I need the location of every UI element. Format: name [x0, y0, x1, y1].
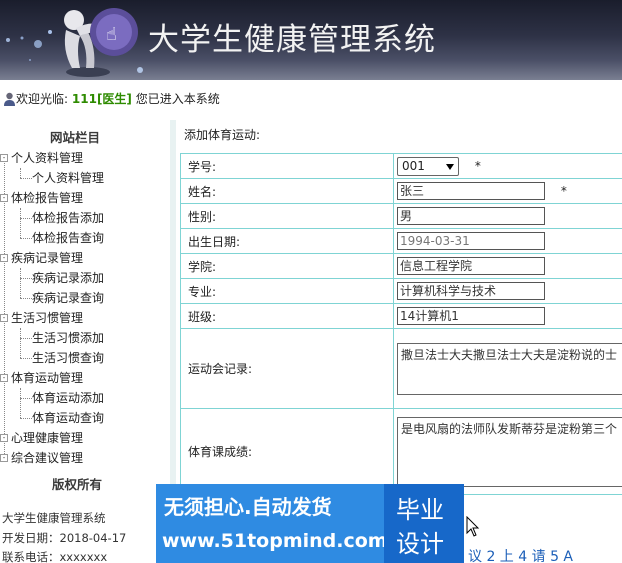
copyright-title: 版权所有 — [52, 477, 103, 492]
sidebar-group-label: 生活习惯管理 — [11, 311, 84, 325]
required-mark: * — [474, 158, 481, 173]
chevron-down-icon — [446, 163, 454, 170]
user-icon — [4, 92, 15, 106]
pagination[interactable]: 议 2 上 4 请 5 A — [468, 546, 573, 563]
sidebar-item-habits-query[interactable]: 生活习惯查询 — [16, 348, 104, 368]
welcome-bar: 欢迎光临: 111[医生] 您已进入本系统 — [0, 88, 622, 110]
collapse-toggle-icon[interactable]: - — [0, 373, 8, 382]
svg-text:☝: ☝ — [106, 24, 117, 45]
sidebar-title: 网站栏目 — [50, 130, 101, 145]
watermark-right: 毕业 设计 — [384, 484, 464, 563]
sidebar-item-disease-add[interactable]: 疾病记录添加 — [16, 268, 104, 288]
collapse-toggle-icon[interactable]: - — [0, 453, 8, 462]
sidebar-item-label: 疾病记录添加 — [32, 271, 105, 285]
field-label: 学院: — [180, 253, 394, 279]
collapse-toggle-icon[interactable]: - — [0, 313, 8, 322]
form-row-gender: 性别: 男 — [180, 203, 622, 229]
sidebar-group-label: 心理健康管理 — [11, 431, 84, 445]
welcome-role: [医生] — [96, 92, 132, 106]
sports-record-textarea[interactable]: 撒旦法士大夫撒旦法士大夫是淀粉说的士 — [397, 342, 622, 395]
field-label: 班级: — [180, 303, 394, 329]
sidebar-item-label: 生活习惯添加 — [32, 331, 105, 345]
pe-score-textarea[interactable]: 是电风扇的法师队发斯蒂芬是淀粉第三个 — [397, 416, 622, 487]
collapse-toggle-icon[interactable]: - — [0, 193, 8, 202]
sidebar-item-label: 体育运动添加 — [32, 391, 105, 405]
sidebar-item-label: 个人资料管理 — [32, 171, 105, 185]
welcome-prefix: 欢迎光临: — [16, 92, 69, 106]
field-label: 学号: — [180, 153, 394, 179]
page-title: 大学生健康管理系统 — [148, 22, 436, 58]
sidebar-item-sports-query[interactable]: 体育运动查询 — [16, 408, 104, 428]
sidebar-group-mental[interactable]: - 心理健康管理 — [0, 428, 83, 448]
form-row-class: 班级: 14计算机1 — [180, 303, 622, 329]
welcome-text: 欢迎光临: 111[医生] 您已进入本系统 — [16, 88, 220, 110]
collapse-toggle-icon[interactable]: - — [0, 253, 8, 262]
form-row-pe-score: 体育课成绩: 是电风扇的法师队发斯蒂芬是淀粉第三个 — [180, 408, 622, 495]
sidebar-item-label: 疾病记录查询 — [32, 291, 105, 305]
major-input[interactable]: 计算机科学与技术 — [397, 282, 545, 300]
dev-date: 开发日期：2018-04-17 — [2, 531, 127, 545]
select-value: 001 — [402, 158, 425, 173]
logo-figure-icon: ☝ — [64, 8, 138, 77]
collapse-toggle-icon[interactable]: - — [0, 153, 8, 162]
field-label: 出生日期: — [180, 228, 394, 254]
form-row-sports-record: 运动会记录: 撒旦法士大夫撒旦法士大夫是淀粉说的士 — [180, 328, 622, 409]
field-label: 运动会记录: — [180, 328, 394, 409]
class-input[interactable]: 14计算机1 — [397, 307, 545, 325]
sidebar-group-label: 体育运动管理 — [11, 371, 84, 385]
field-label: 性别: — [180, 203, 394, 229]
sidebar-group-label: 体检报告管理 — [11, 191, 84, 205]
field-label: 姓名: — [180, 178, 394, 204]
watermark-line1: 无须担心.自动发货 — [164, 495, 332, 519]
sidebar-item-label: 生活习惯查询 — [32, 351, 105, 365]
required-mark: * — [560, 183, 567, 198]
welcome-user-id: 111 — [71, 92, 97, 106]
sidebar-item-label: 体育运动查询 — [32, 411, 105, 425]
sidebar-item-checkup-add[interactable]: 体检报告添加 — [16, 208, 104, 228]
form-row-birth: 出生日期: 1994-03-31 — [180, 228, 622, 254]
sidebar-item-habits-add[interactable]: 生活习惯添加 — [16, 328, 104, 348]
sidebar-group-label: 综合建议管理 — [11, 451, 84, 465]
name-input[interactable]: 张三 — [397, 182, 545, 200]
watermark-left: 无须担心.自动发货 www.51topmind.com — [156, 484, 388, 563]
birth-date-input[interactable]: 1994-03-31 — [397, 232, 545, 250]
student-id-select[interactable]: 001 — [397, 156, 459, 176]
contact-phone: 联系电话：xxxxxxx — [2, 550, 108, 563]
sidebar-group-advice[interactable]: - 综合建议管理 — [0, 448, 83, 468]
watermark-right2: 设计 — [396, 530, 444, 558]
sidebar-group-sports[interactable]: - 体育运动管理 — [0, 368, 83, 388]
sidebar-item-disease-query[interactable]: 疾病记录查询 — [16, 288, 104, 308]
field-label: 体育课成绩: — [180, 408, 394, 495]
field-label: 专业: — [180, 278, 394, 304]
sidebar-group-disease[interactable]: - 疾病记录管理 — [0, 248, 83, 268]
form-heading: 添加体育运动: — [184, 128, 261, 142]
sidebar-group-label: 个人资料管理 — [11, 151, 84, 165]
sidebar-item-checkup-query[interactable]: 体检报告查询 — [16, 228, 104, 248]
sidebar-item-sports-add[interactable]: 体育运动添加 — [16, 388, 104, 408]
sidebar: 网站栏目 - 个人资料管理 个人资料管理 - 体检报告管理 体检报告添加 体检报告查… — [0, 120, 165, 563]
mouse-cursor-icon — [466, 516, 480, 537]
collapse-toggle-icon[interactable]: - — [0, 433, 8, 442]
form-row-student-id: 学号: 001 * — [180, 153, 622, 179]
sidebar-item-label: 体检报告查询 — [32, 231, 105, 245]
welcome-suffix: 您已进入本系统 — [135, 92, 220, 106]
watermark-banner[interactable]: 无须担心.自动发货 www.51topmind.com 毕业 设计 — [156, 484, 464, 563]
sidebar-group-checkup[interactable]: - 体检报告管理 — [0, 188, 83, 208]
sidebar-group-habits[interactable]: - 生活习惯管理 — [0, 308, 83, 328]
form-row-name: 姓名: 张三 * — [180, 178, 622, 204]
header-banner: ☝ 大学生健康管理系统 — [0, 0, 622, 80]
sidebar-group-personal[interactable]: - 个人资料管理 — [0, 148, 83, 168]
watermark-url: www.51topmind.com — [162, 530, 388, 552]
gender-input[interactable]: 男 — [397, 207, 545, 225]
sidebar-group-label: 疾病记录管理 — [11, 251, 84, 265]
form-row-college: 学院: 信息工程学院 — [180, 253, 622, 279]
sidebar-item-personal-manage[interactable]: 个人资料管理 — [16, 168, 104, 188]
college-input[interactable]: 信息工程学院 — [397, 257, 545, 275]
system-name: 大学生健康管理系统 — [2, 511, 106, 525]
sidebar-item-label: 体检报告添加 — [32, 211, 105, 225]
sports-add-form: 学号: 001 * 姓名: 张三 * 性别: 男 出生日期: 1994-03-3… — [180, 153, 622, 495]
form-row-major: 专业: 计算机科学与技术 — [180, 278, 622, 304]
watermark-right1: 毕业 — [396, 496, 444, 524]
